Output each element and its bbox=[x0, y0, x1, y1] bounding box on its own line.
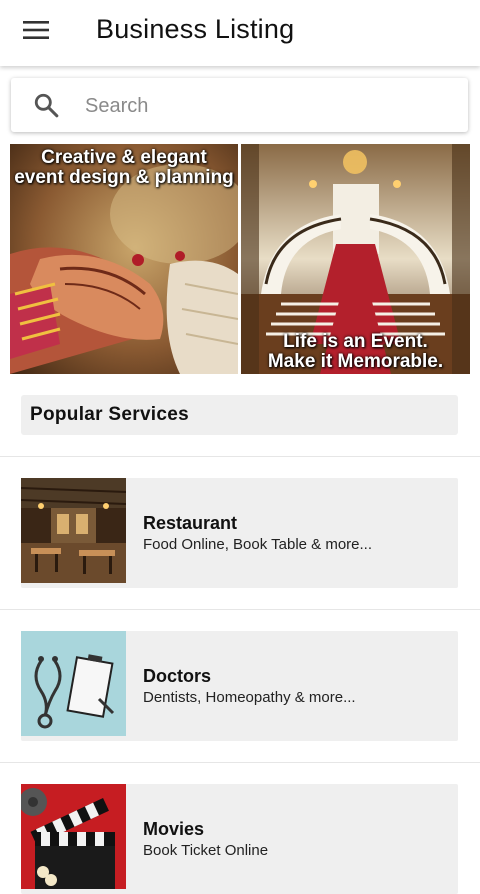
divider bbox=[0, 762, 480, 763]
banner-memorable-event[interactable]: Life is an Event. Make it Memorable. bbox=[241, 144, 470, 374]
divider bbox=[0, 609, 480, 610]
service-card-movies[interactable]: Movies Book Ticket Online bbox=[21, 784, 458, 894]
hamburger-menu-icon[interactable] bbox=[16, 15, 56, 45]
banner-right-caption-line1: Life is an Event. bbox=[283, 331, 428, 352]
banner-right-caption: Life is an Event. Make it Memorable. bbox=[241, 332, 470, 372]
banner-left-caption: Creative & elegant event design & planni… bbox=[14, 147, 234, 188]
service-title: Doctors bbox=[143, 666, 212, 686]
service-title: Movies bbox=[143, 819, 205, 839]
restaurant-image bbox=[21, 478, 126, 583]
search-icon[interactable] bbox=[33, 92, 59, 118]
banner-event-design[interactable]: Creative & elegant event design & planni… bbox=[10, 144, 238, 374]
banner-right-caption-line2: Make it Memorable. bbox=[267, 351, 444, 372]
search-input[interactable] bbox=[83, 88, 457, 124]
popular-services-title: Popular Services bbox=[30, 404, 189, 425]
app-bar: Business Listing bbox=[0, 0, 480, 66]
service-card-restaurant[interactable]: Restaurant Food Online, Book Table & mor… bbox=[21, 478, 458, 588]
divider bbox=[0, 456, 480, 457]
service-subtitle: Dentists, Homeopathy & more... bbox=[143, 689, 356, 706]
page-title: Business Listing bbox=[96, 14, 295, 44]
search-bar[interactable] bbox=[11, 78, 468, 132]
doctors-image bbox=[21, 631, 126, 736]
service-subtitle: Food Online, Book Table & more... bbox=[143, 536, 373, 553]
service-subtitle: Book Ticket Online bbox=[143, 842, 269, 859]
movies-image bbox=[21, 784, 126, 889]
popular-services-header: Popular Services bbox=[21, 395, 458, 435]
service-card-doctors[interactable]: Doctors Dentists, Homeopathy & more... bbox=[21, 631, 458, 741]
service-title: Restaurant bbox=[143, 513, 238, 533]
